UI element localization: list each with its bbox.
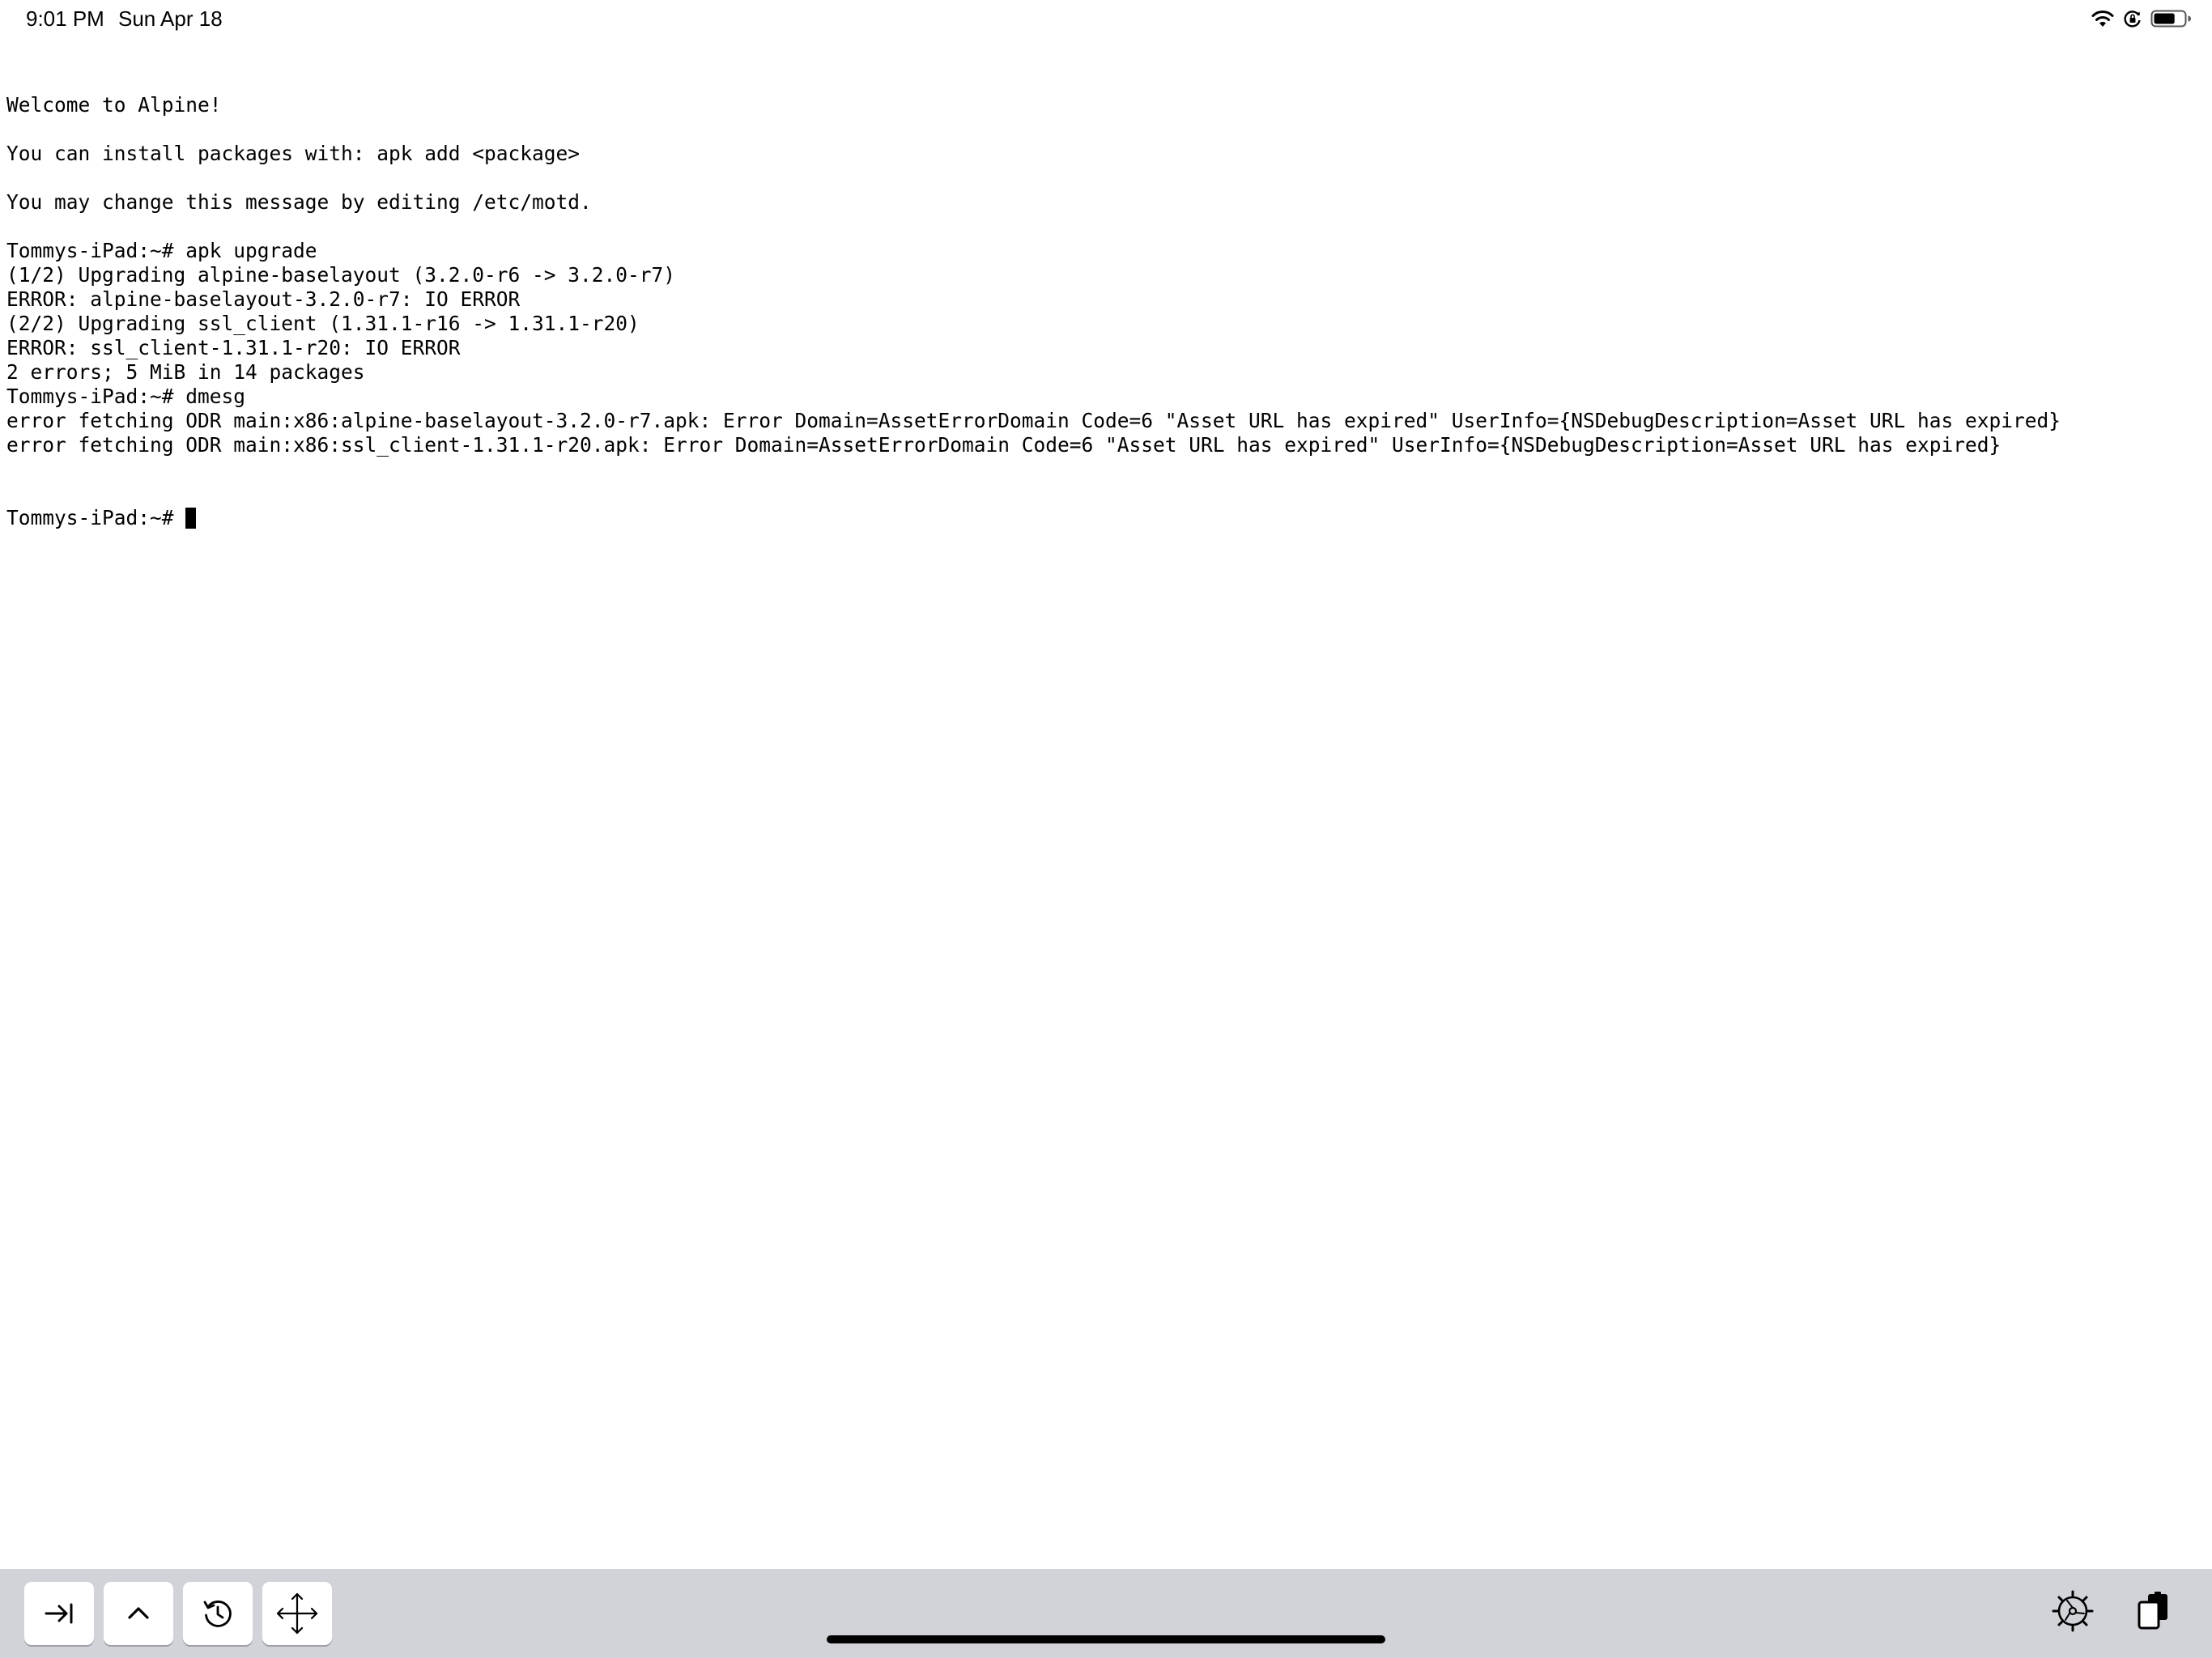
history-button[interactable] xyxy=(183,1582,253,1645)
battery-icon xyxy=(2150,9,2193,32)
wifi-icon xyxy=(2091,9,2115,32)
terminal-line: (1/2) Upgrading alpine-baselayout (3.2.0… xyxy=(6,263,676,287)
keyboard-toolbar xyxy=(0,1569,2212,1658)
terminal-line: 2 errors; 5 MiB in 14 packages xyxy=(6,360,365,384)
terminal-line: Tommys-iPad:~# apk upgrade xyxy=(6,239,317,262)
terminal-line: You may change this message by editing /… xyxy=(6,190,592,214)
control-key-button[interactable] xyxy=(104,1582,173,1645)
terminal-line: ERROR: ssl_client-1.31.1-r20: IO ERROR xyxy=(6,336,461,359)
terminal-prompt: Tommys-iPad:~# xyxy=(6,506,186,529)
terminal-line: error fetching ODR main:x86:alpine-basel… xyxy=(6,409,2061,432)
control-key-icon xyxy=(121,1596,156,1631)
arrow-keys-icon xyxy=(274,1591,320,1636)
paste-icon xyxy=(2133,1589,2174,1637)
status-bar: 9:01 PM Sun Apr 18 xyxy=(0,0,2212,39)
settings-button[interactable] xyxy=(2048,1588,2097,1637)
terminal-line: Welcome to Alpine! xyxy=(6,93,222,117)
terminal-line: error fetching ODR main:x86:ssl_client-1… xyxy=(6,433,2001,457)
status-date: Sun Apr 18 xyxy=(118,6,223,31)
status-time: 9:01 PM xyxy=(26,6,104,31)
terminal-line: You can install packages with: apk add <… xyxy=(6,142,581,165)
tab-key-button[interactable] xyxy=(24,1582,94,1645)
history-icon xyxy=(200,1596,236,1631)
arrow-keys-button[interactable] xyxy=(262,1582,332,1645)
terminal-lines: Welcome to Alpine! You can install packag… xyxy=(6,93,2206,457)
paste-button[interactable] xyxy=(2129,1588,2178,1637)
orientation-lock-icon xyxy=(2123,9,2142,32)
home-indicator xyxy=(827,1635,1385,1643)
status-icons xyxy=(2091,8,2193,32)
terminal-output[interactable]: Welcome to Alpine! You can install packag… xyxy=(6,45,2206,555)
terminal-cursor xyxy=(185,508,197,529)
settings-icon xyxy=(2051,1589,2095,1637)
tab-key-icon xyxy=(41,1596,77,1631)
terminal-line: Tommys-iPad:~# dmesg xyxy=(6,385,246,408)
terminal-line: (2/2) Upgrading ssl_client (1.31.1-r16 -… xyxy=(6,312,640,335)
terminal-line: ERROR: alpine-baselayout-3.2.0-r7: IO ER… xyxy=(6,287,521,311)
terminal-prompt-line[interactable]: Tommys-iPad:~# xyxy=(6,506,2206,530)
